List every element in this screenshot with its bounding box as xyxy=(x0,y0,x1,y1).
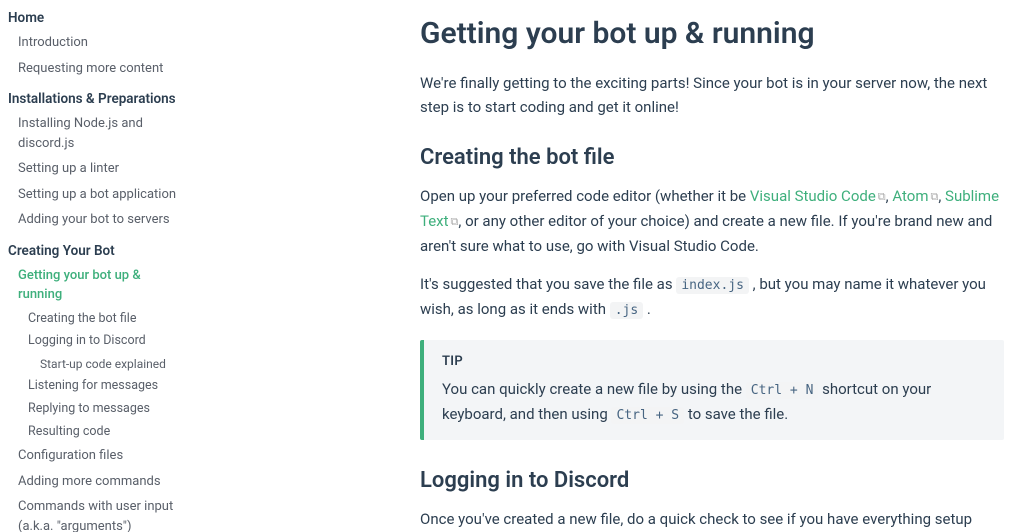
sidebar-heading[interactable]: Installations & Preparations xyxy=(8,85,190,111)
sidebar-heading[interactable]: Creating Your Bot xyxy=(8,237,190,263)
sidebar-item-getting-up[interactable]: Getting your bot up & running xyxy=(8,263,190,308)
sidebar-group-creating-bot: Creating Your Bot Getting your bot up & … xyxy=(8,237,190,532)
sidebar-heading[interactable]: Home xyxy=(8,4,190,30)
paragraph: Open up your preferred code editor (whet… xyxy=(420,184,1004,258)
main-content: Getting your bot up & running We're fina… xyxy=(190,0,1024,532)
sidebar-item-introduction[interactable]: Introduction xyxy=(8,30,190,56)
sidebar-item-logging-in[interactable]: Logging in to Discord xyxy=(18,330,190,353)
external-link-icon: ⧉ xyxy=(878,188,886,206)
section-heading-logging: Logging in to Discord xyxy=(420,468,1004,493)
paragraph: Once you've created a new file, do a qui… xyxy=(420,507,1004,532)
tip-label: TIP xyxy=(442,354,986,369)
sidebar-group-home: Home Introduction Requesting more conten… xyxy=(8,4,190,81)
sidebar-item-listening[interactable]: Listening for messages xyxy=(18,375,190,398)
intro-paragraph: We're finally getting to the exciting pa… xyxy=(420,71,1004,119)
sidebar-item-linter[interactable]: Setting up a linter xyxy=(8,156,190,182)
inline-code: index.js xyxy=(676,277,749,294)
link-vscode[interactable]: Visual Studio Code xyxy=(750,187,876,205)
link-atom[interactable]: Atom xyxy=(892,187,928,205)
sidebar-item-user-input[interactable]: Commands with user input (a.k.a. "argume… xyxy=(8,494,190,532)
sidebar-group-installations: Installations & Preparations Installing … xyxy=(8,85,190,233)
sidebar-item-resulting[interactable]: Resulting code xyxy=(18,421,190,444)
inline-code: .js xyxy=(610,302,643,319)
sidebar-item-config-files[interactable]: Configuration files xyxy=(8,443,190,469)
sidebar: Home Introduction Requesting more conten… xyxy=(0,0,190,532)
sidebar-item-replying[interactable]: Replying to messages xyxy=(18,398,190,421)
sidebar-item-more-commands[interactable]: Adding more commands xyxy=(8,469,190,495)
sidebar-item-bot-application[interactable]: Setting up a bot application xyxy=(8,182,190,208)
sidebar-item-startup-code[interactable]: Start-up code explained xyxy=(30,353,190,375)
inline-code: Ctrl + N xyxy=(746,382,819,399)
inline-code: Ctrl + S xyxy=(611,407,684,424)
sidebar-item-creating-file[interactable]: Creating the bot file xyxy=(18,308,190,331)
paragraph: It's suggested that you save the file as… xyxy=(420,272,1004,322)
sidebar-item-adding-bot[interactable]: Adding your bot to servers xyxy=(8,207,190,233)
tip-box: TIP You can quickly create a new file by… xyxy=(420,340,1004,441)
section-heading-creating: Creating the bot file xyxy=(420,145,1004,170)
sidebar-item-requesting[interactable]: Requesting more content xyxy=(8,56,190,82)
tip-text: You can quickly create a new file by usi… xyxy=(442,377,986,427)
sidebar-item-installing-node[interactable]: Installing Node.js and discord.js xyxy=(8,111,190,156)
page-title: Getting your bot up & running xyxy=(420,16,1004,51)
